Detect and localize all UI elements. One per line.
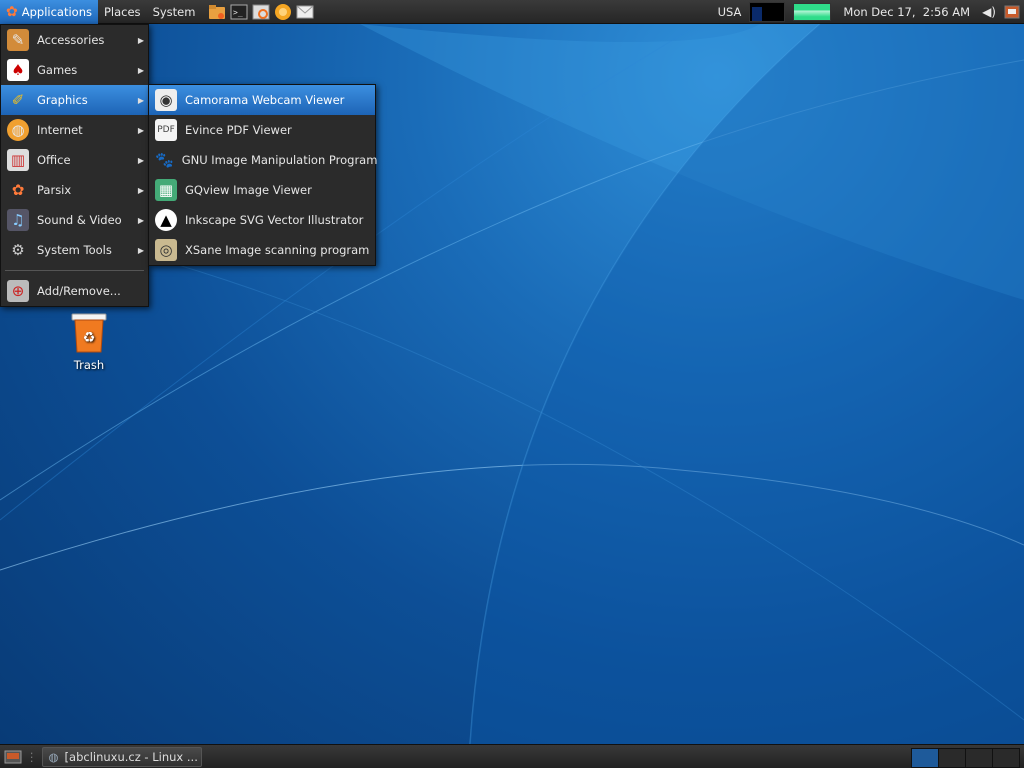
- launcher-bar: >_: [207, 3, 315, 21]
- xsane-icon: ◎: [155, 239, 177, 261]
- desktop: ✿ Applications Places System >_ USA Mon …: [0, 0, 1024, 768]
- menu-item-gimp[interactable]: 🐾 GNU Image Manipulation Program: [149, 145, 377, 175]
- menu-item-evince[interactable]: PDF Evince PDF Viewer: [149, 115, 375, 145]
- network-monitor[interactable]: [789, 0, 835, 24]
- workspace-1[interactable]: [912, 749, 939, 767]
- parsix-flower-icon: ✿: [6, 3, 18, 20]
- inkscape-icon: ▲: [155, 209, 177, 231]
- workspace-switcher: [911, 748, 1020, 768]
- clock[interactable]: Mon Dec 17, 2:56 AM: [835, 0, 978, 24]
- terminal-icon[interactable]: >_: [229, 3, 249, 21]
- system-tools-icon: ⚙: [11, 241, 25, 259]
- menu-item-sound-video[interactable]: ♫ Sound & Video ▶: [1, 205, 148, 235]
- keyboard-layout-indicator[interactable]: USA: [714, 0, 746, 24]
- trash-icon: ♻: [70, 312, 108, 354]
- office-icon: ▥: [7, 149, 29, 171]
- submenu-arrow-icon: ▶: [137, 185, 144, 195]
- workspace-3[interactable]: [966, 749, 993, 767]
- webcam-icon: ◉: [155, 89, 177, 111]
- menu-item-gqview[interactable]: ▦ GQview Image Viewer: [149, 175, 375, 205]
- gqview-icon: ▦: [155, 179, 177, 201]
- volume-icon[interactable]: ◀): [978, 0, 1000, 24]
- submenu-arrow-icon: ▶: [137, 155, 144, 165]
- submenu-arrow-icon: ▶: [137, 95, 144, 105]
- accessories-icon: ✎: [7, 29, 29, 51]
- places-label: Places: [103, 4, 141, 19]
- browser-icon[interactable]: [273, 3, 293, 21]
- applications-menu: ✎ Accessories ▶ ♠ Games ▶ ✐ Graphics ▶ ◍…: [0, 24, 149, 307]
- trash-label: Trash: [73, 358, 105, 372]
- graphics-submenu: ◉ Camorama Webcam Viewer PDF Evince PDF …: [148, 84, 377, 266]
- menu-separator: [5, 270, 144, 271]
- menu-item-internet[interactable]: ◍ Internet ▶: [1, 115, 148, 145]
- menu-item-system-tools[interactable]: ⚙ System Tools ▶: [1, 235, 148, 265]
- cpu-monitor[interactable]: [745, 0, 789, 24]
- gimp-icon: 🐾: [155, 151, 174, 169]
- svg-text:♻: ♻: [83, 330, 96, 346]
- menu-item-accessories[interactable]: ✎ Accessories ▶: [1, 25, 148, 55]
- menu-item-camorama[interactable]: ◉ Camorama Webcam Viewer: [149, 85, 375, 115]
- top-panel: ✿ Applications Places System >_ USA Mon …: [0, 0, 1024, 24]
- add-remove-icon: ⊕: [7, 280, 29, 302]
- clock-label: Mon Dec 17, 2:56 AM: [843, 5, 971, 19]
- menu-item-graphics[interactable]: ✐ Graphics ▶: [1, 85, 148, 115]
- menu-item-xsane[interactable]: ◎ XSane Image scanning program: [149, 235, 375, 265]
- games-icon: ♠: [7, 59, 29, 81]
- file-manager-icon[interactable]: [207, 3, 227, 21]
- bottom-panel: ⋮ ◍ [abclinuxu.cz - Linux ...: [0, 744, 1024, 768]
- show-desktop-icon[interactable]: [4, 749, 22, 765]
- pdf-viewer-icon: PDF: [155, 119, 177, 141]
- task-button-browser[interactable]: ◍ [abclinuxu.cz - Linux ...: [41, 746, 202, 767]
- shutdown-icon[interactable]: [1000, 0, 1024, 24]
- task-title: [abclinuxu.cz - Linux ...: [64, 749, 198, 764]
- keyboard-layout-label: USA: [717, 5, 742, 19]
- browser-window-icon: ◍: [48, 749, 59, 764]
- mail-icon[interactable]: [295, 3, 315, 21]
- places-menu-button[interactable]: Places: [98, 0, 147, 24]
- workspace-2[interactable]: [939, 749, 966, 767]
- parsix-icon: ✿: [11, 181, 25, 199]
- menu-item-office[interactable]: ▥ Office ▶: [1, 145, 148, 175]
- menu-item-inkscape[interactable]: ▲ Inkscape SVG Vector Illustrator: [149, 205, 375, 235]
- submenu-arrow-icon: ▶: [137, 35, 144, 45]
- applications-label: Applications: [21, 4, 92, 19]
- system-label: System: [152, 4, 196, 19]
- applications-menu-button[interactable]: ✿ Applications: [0, 0, 98, 24]
- image-viewer-icon[interactable]: [251, 3, 271, 21]
- system-menu-button[interactable]: System: [147, 0, 202, 24]
- sound-video-icon: ♫: [7, 209, 29, 231]
- svg-text:>_: >_: [233, 8, 243, 17]
- graphics-icon: ✐: [11, 91, 25, 109]
- workspace-4[interactable]: [993, 749, 1019, 767]
- submenu-arrow-icon: ▶: [137, 245, 144, 255]
- submenu-arrow-icon: ▶: [137, 125, 144, 135]
- internet-icon: ◍: [7, 119, 29, 141]
- submenu-arrow-icon: ▶: [137, 65, 144, 75]
- trash-desktop-icon[interactable]: ♻ Trash: [62, 312, 116, 372]
- submenu-arrow-icon: ▶: [137, 215, 144, 225]
- menu-item-games[interactable]: ♠ Games ▶: [1, 55, 148, 85]
- menu-item-add-remove[interactable]: ⊕ Add/Remove...: [1, 276, 148, 306]
- menu-item-parsix[interactable]: ✿ Parsix ▶: [1, 175, 148, 205]
- panel-handle[interactable]: ⋮: [26, 750, 38, 764]
- system-tray: USA Mon Dec 17, 2:56 AM ◀): [714, 0, 1024, 24]
